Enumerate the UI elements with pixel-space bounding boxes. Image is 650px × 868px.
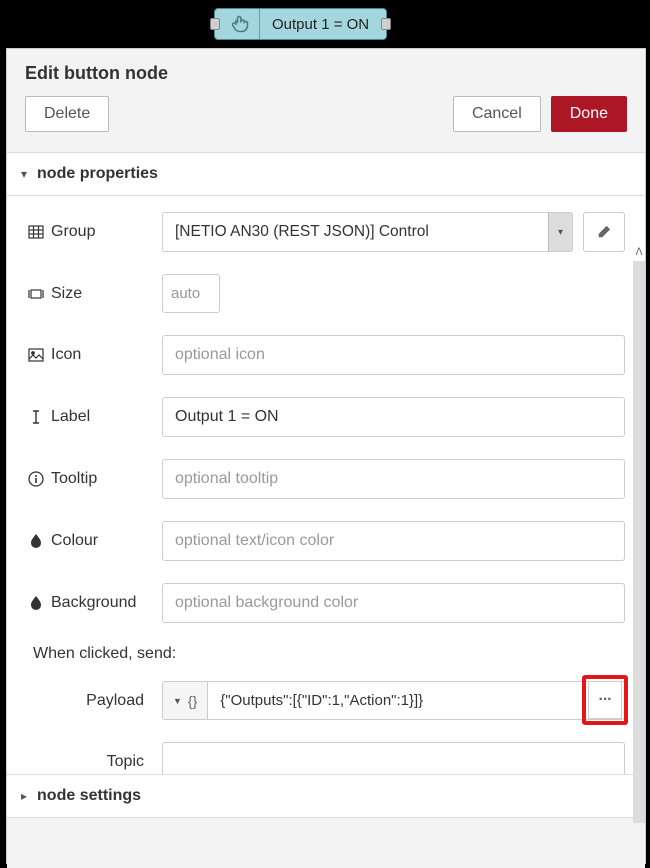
section-node-properties[interactable]: ▾ node properties (7, 153, 645, 196)
background-input[interactable] (162, 583, 625, 623)
label-input[interactable] (162, 397, 625, 437)
highlight-marker: ··· (582, 675, 628, 725)
touch-icon (220, 9, 260, 39)
group-select[interactable]: [NETIO AN30 (REST JSON)] Control ▾ (162, 212, 573, 252)
payload-input[interactable] (207, 681, 625, 720)
i-cursor-icon (27, 408, 45, 426)
footer-spacer (7, 818, 645, 868)
section-title-properties: node properties (37, 165, 158, 183)
edit-group-button[interactable] (583, 212, 625, 252)
icon-input[interactable] (162, 335, 625, 375)
size-input[interactable] (162, 274, 220, 313)
label-background: Background (27, 594, 162, 612)
section-title-settings: node settings (37, 787, 141, 805)
row-icon: Icon (27, 335, 625, 375)
tint-icon (27, 532, 45, 550)
table-icon (27, 223, 45, 241)
edit-panel: Edit button node Delete Cancel Done ▾ no… (6, 48, 646, 864)
when-clicked-label: When clicked, send: (27, 645, 625, 663)
payload-type-selector[interactable]: ▼ {} (162, 681, 207, 720)
node-label: Output 1 = ON (260, 16, 381, 33)
node-port-left[interactable] (210, 18, 220, 30)
flow-node-badge[interactable]: Output 1 = ON (214, 8, 387, 40)
chevron-down-icon: ▾ (21, 167, 27, 181)
row-tooltip: Tooltip (27, 459, 625, 499)
chevron-right-icon: ▸ (21, 789, 27, 803)
row-payload: Payload ▼ {} ··· (27, 681, 625, 720)
info-icon (27, 470, 45, 488)
row-colour: Colour (27, 521, 625, 561)
label-tooltip: Tooltip (27, 470, 162, 488)
row-size: Size (27, 274, 625, 313)
node-port-right[interactable] (381, 18, 391, 30)
group-select-value: [NETIO AN30 (REST JSON)] Control (163, 213, 548, 251)
caret-down-icon: ▼ (173, 696, 182, 706)
label-group: Group (27, 223, 162, 241)
chevron-down-icon: ▾ (548, 213, 572, 251)
row-group: Group [NETIO AN30 (REST JSON)] Control ▾ (27, 212, 625, 252)
row-topic: Topic (27, 742, 625, 774)
colour-input[interactable] (162, 521, 625, 561)
expand-json-button[interactable]: ··· (588, 681, 622, 719)
done-button[interactable]: Done (551, 96, 627, 132)
panel-title: Edit button node (25, 63, 627, 84)
cancel-button[interactable]: Cancel (453, 96, 541, 132)
label-payload: Payload (27, 692, 162, 710)
label-colour: Colour (27, 532, 162, 550)
section-node-settings[interactable]: ▸ node settings (7, 774, 645, 818)
panel-header: Edit button node Delete Cancel Done (7, 49, 645, 153)
label-size: Size (27, 285, 162, 303)
properties-body: Group [NETIO AN30 (REST JSON)] Control ▾ (7, 196, 645, 774)
topic-input[interactable] (162, 742, 625, 774)
row-background: Background (27, 583, 625, 623)
tooltip-input[interactable] (162, 459, 625, 499)
tint-icon (27, 594, 45, 612)
label-topic: Topic (27, 753, 162, 771)
label-icon: Icon (27, 346, 162, 364)
row-label: Label (27, 397, 625, 437)
picture-icon (27, 346, 45, 364)
json-type-icon: {} (188, 693, 197, 709)
label-label: Label (27, 408, 162, 426)
delete-button[interactable]: Delete (25, 96, 109, 132)
arrows-h-icon (27, 285, 45, 303)
